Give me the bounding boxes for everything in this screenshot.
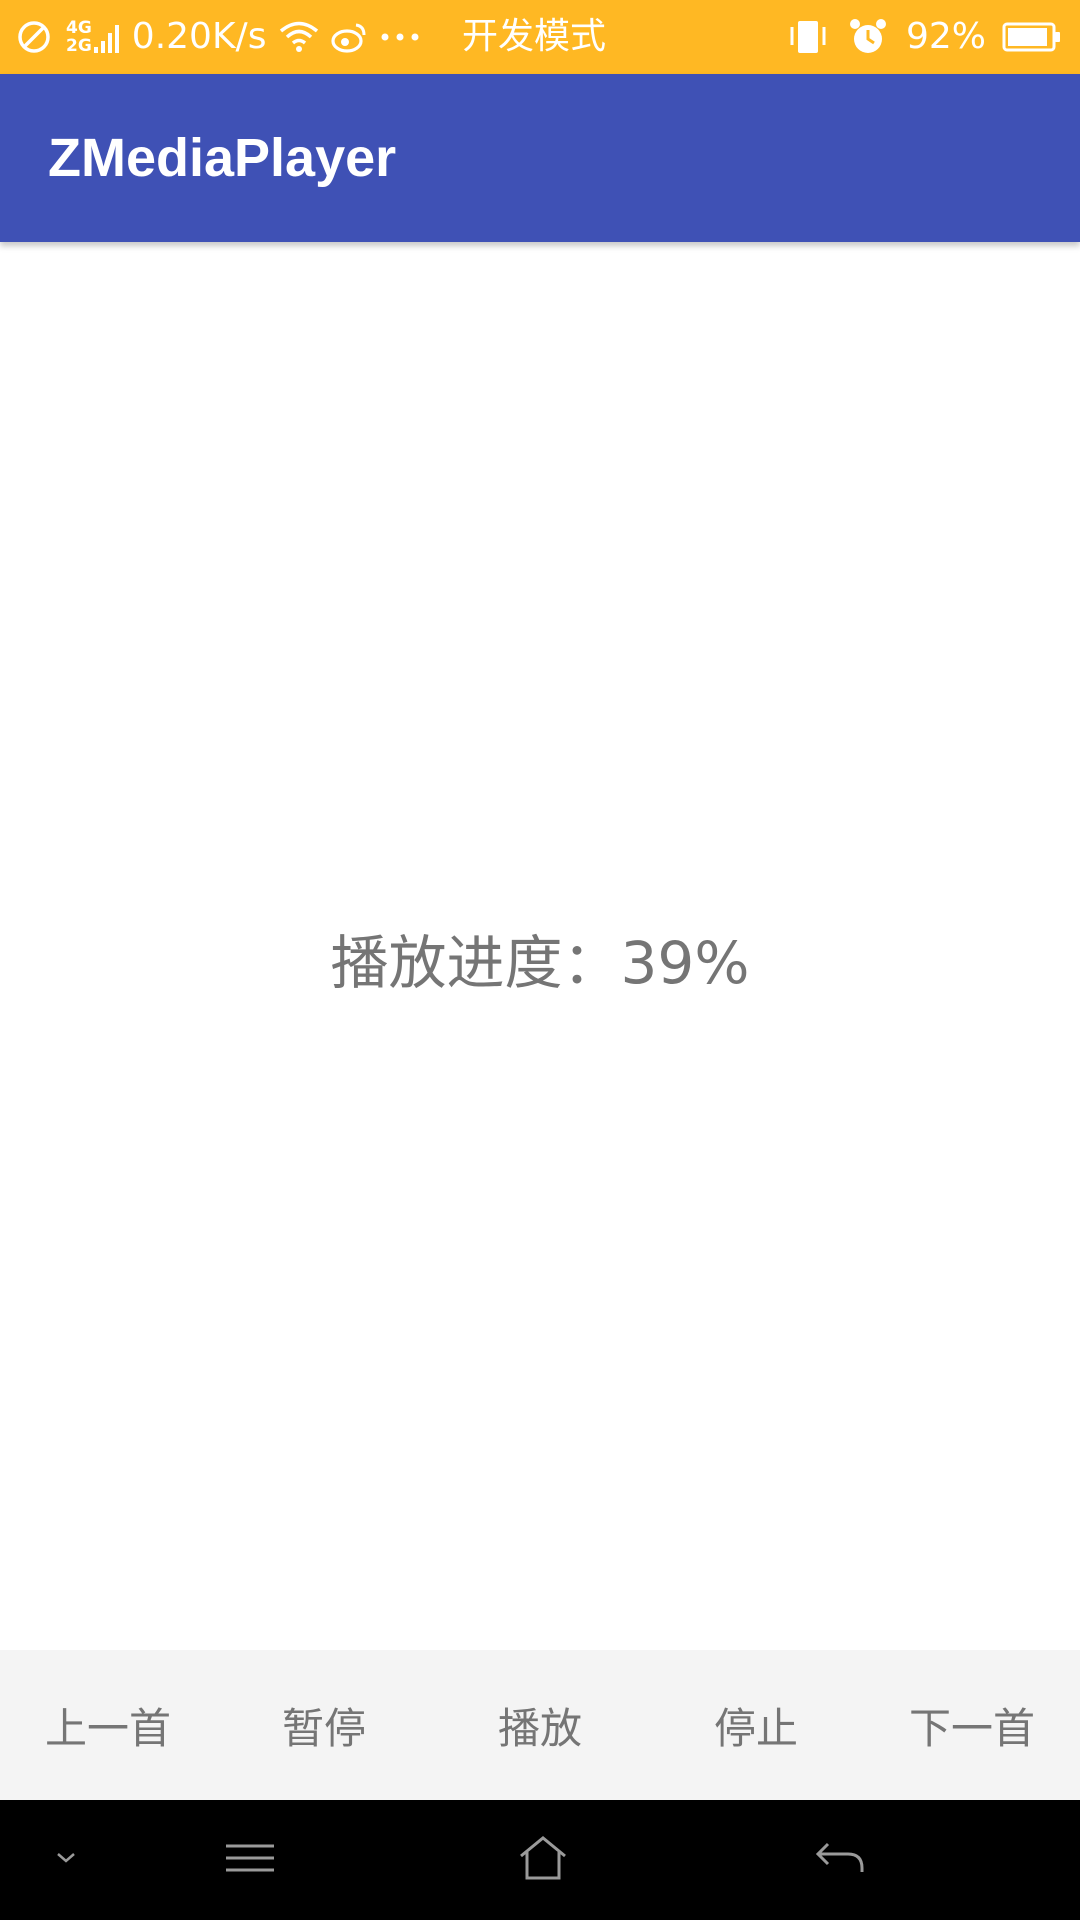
alarm-icon	[848, 17, 888, 57]
system-nav-bar	[0, 1800, 1080, 1920]
network-type-bottom: 2G	[66, 36, 92, 56]
app-title: ZMediaPlayer	[48, 128, 397, 188]
status-bar: 4G 2G 0.20K/s 开发模式 92%	[0, 0, 1080, 74]
signal-icon	[93, 19, 122, 55]
screen: 4G 2G 0.20K/s 开发模式 92% ZMediaPlayer 播放进度…	[0, 0, 1080, 1920]
collapse-down-icon	[54, 1850, 78, 1870]
play-button[interactable]: 播放	[432, 1650, 648, 1800]
network-speed: 0.20K/s	[131, 16, 267, 57]
vibrate-icon	[786, 19, 830, 55]
stop-button[interactable]: 停止	[648, 1650, 864, 1800]
main-content: 播放进度：39%	[0, 242, 1080, 1650]
status-bar-center: 开发模式	[462, 0, 606, 74]
status-bar-right: 92%	[786, 0, 1062, 74]
playback-progress-text: 播放进度：39%	[330, 929, 750, 997]
do-not-disturb-icon	[16, 19, 52, 55]
network-type-top: 4G	[66, 18, 92, 38]
back-icon	[814, 1838, 866, 1882]
battery-icon	[1002, 20, 1062, 54]
wifi-icon	[278, 19, 320, 55]
developer-mode-label: 开发模式	[462, 16, 607, 57]
back-button[interactable]	[800, 1800, 880, 1920]
app-bar: ZMediaPlayer	[0, 74, 1080, 242]
home-icon	[517, 1834, 569, 1886]
collapse-down-button[interactable]	[36, 1800, 96, 1920]
weibo-icon	[330, 19, 368, 55]
more-dots-icon	[380, 19, 420, 55]
menu-icon	[224, 1840, 276, 1880]
network-type-label: 4G 2G	[66, 19, 92, 55]
home-button[interactable]	[503, 1800, 583, 1920]
pause-button[interactable]: 暂停	[216, 1650, 432, 1800]
menu-button[interactable]	[210, 1800, 290, 1920]
playback-control-bar: 上一首 暂停 播放 停止 下一首	[0, 1650, 1080, 1800]
next-button[interactable]: 下一首	[864, 1650, 1080, 1800]
status-bar-left: 4G 2G 0.20K/s	[16, 0, 420, 74]
previous-button[interactable]: 上一首	[0, 1650, 216, 1800]
battery-percent: 92%	[905, 16, 986, 57]
